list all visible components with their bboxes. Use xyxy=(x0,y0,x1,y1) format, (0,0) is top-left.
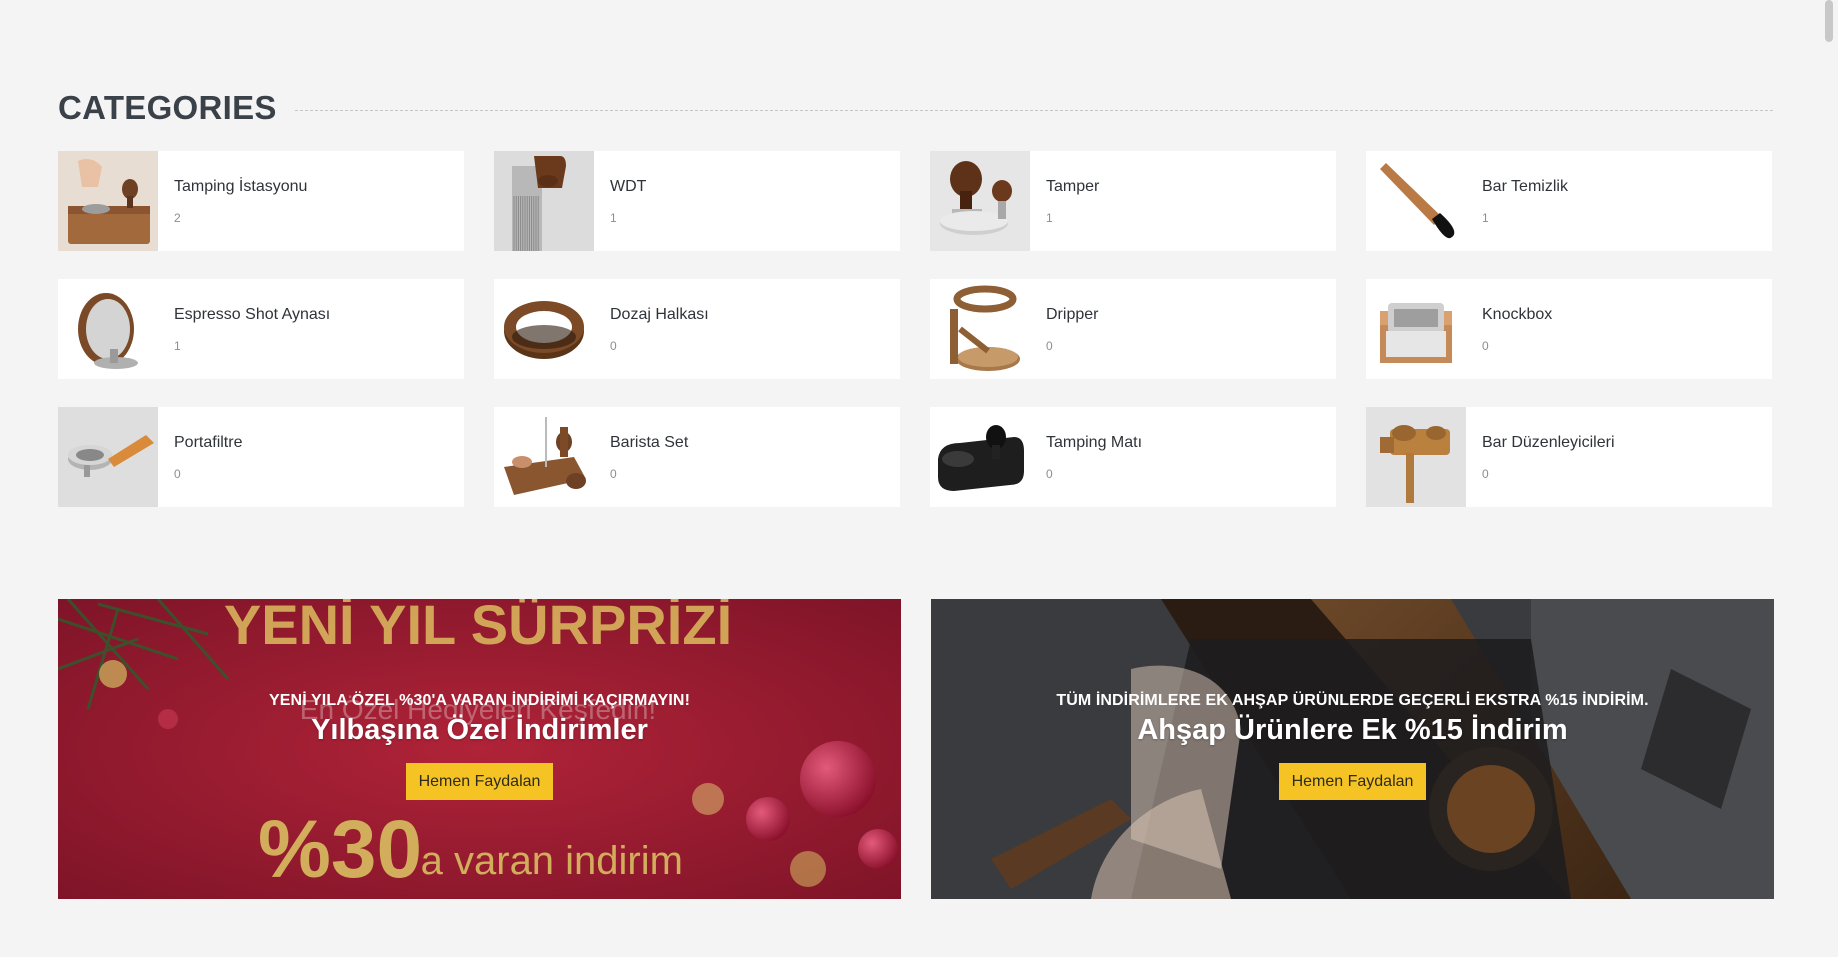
section-title: CATEGORIES xyxy=(58,89,277,126)
category-name[interactable]: Tamper xyxy=(1046,178,1099,196)
hemen-faydalan-button[interactable]: Hemen Faydalan xyxy=(1278,763,1427,800)
category-card[interactable]: Tamping İstasyonu 2 xyxy=(58,151,464,251)
category-info: Dozaj Halkası 0 xyxy=(594,279,709,379)
knockbox-image xyxy=(1366,279,1466,379)
category-product-count: 1 xyxy=(1482,210,1489,225)
category-info: Bar Temizlik 1 xyxy=(1466,151,1568,251)
tamper-image xyxy=(930,151,1030,251)
category-card[interactable]: Portafiltre 0 xyxy=(58,407,464,507)
category-info: Tamper 1 xyxy=(1030,151,1099,251)
category-product-count: 1 xyxy=(610,210,617,225)
category-thumbnail[interactable] xyxy=(1366,151,1466,251)
category-product-count: 0 xyxy=(1482,466,1489,481)
promo-banner-new-year[interactable]: YENİ YIL SÜRPRİZİ En Özel Hediyeleri Keş… xyxy=(58,599,901,899)
category-thumbnail[interactable] xyxy=(494,151,594,251)
category-thumbnail[interactable] xyxy=(58,279,158,379)
banner-content: YENİ YILA ÖZEL %30'A VARAN İNDİRİMİ KAÇI… xyxy=(58,599,901,899)
category-product-count: 0 xyxy=(174,466,181,481)
category-name[interactable]: WDT xyxy=(610,178,646,196)
category-name[interactable]: Barista Set xyxy=(610,434,688,452)
category-product-count: 0 xyxy=(1046,338,1053,353)
promo-banner-wooden[interactable]: TÜM İNDİRİMLERE EK AHŞAP ÜRÜNLERDE GEÇER… xyxy=(931,599,1774,899)
category-card[interactable]: Bar Temizlik 1 xyxy=(1366,151,1772,251)
scrollbar-thumb[interactable] xyxy=(1825,0,1833,42)
category-thumbnail[interactable] xyxy=(1366,279,1466,379)
category-name[interactable]: Tamping Matı xyxy=(1046,434,1142,452)
category-product-count: 0 xyxy=(610,338,617,353)
category-name[interactable]: Bar Düzenleyicileri xyxy=(1482,434,1615,452)
category-info: Portafiltre 0 xyxy=(158,407,242,507)
category-thumbnail[interactable] xyxy=(494,407,594,507)
category-name[interactable]: Espresso Shot Aynası xyxy=(174,306,330,324)
category-card[interactable]: Barista Set 0 xyxy=(494,407,900,507)
cleaning-brush-image xyxy=(1366,151,1466,251)
banner-title: Yılbaşına Özel İndirimler xyxy=(311,714,648,746)
category-name[interactable]: Portafiltre xyxy=(174,434,242,452)
category-thumbnail[interactable] xyxy=(58,151,158,251)
category-card[interactable]: Dripper 0 xyxy=(930,279,1336,379)
category-info: Tamping İstasyonu 2 xyxy=(158,151,307,251)
category-product-count: 2 xyxy=(174,210,181,225)
category-thumbnail[interactable] xyxy=(930,279,1030,379)
category-thumbnail[interactable] xyxy=(494,279,594,379)
category-card[interactable]: Dozaj Halkası 0 xyxy=(494,279,900,379)
bar-organizer-image xyxy=(1366,407,1466,507)
category-info: Tamping Matı 0 xyxy=(1030,407,1142,507)
banner-content: TÜM İNDİRİMLERE EK AHŞAP ÜRÜNLERDE GEÇER… xyxy=(931,599,1774,899)
dosing-ring-image xyxy=(494,279,594,379)
category-name[interactable]: Bar Temizlik xyxy=(1482,178,1568,196)
category-name[interactable]: Dozaj Halkası xyxy=(610,306,709,324)
category-card[interactable]: Tamper 1 xyxy=(930,151,1336,251)
dripper-stand-image xyxy=(930,279,1030,379)
section-header: CATEGORIES xyxy=(58,88,1773,128)
barista-set-image xyxy=(494,407,594,507)
banner-title: Ahşap Ürünlere Ek %15 İndirim xyxy=(1137,714,1568,746)
category-info: Barista Set 0 xyxy=(594,407,688,507)
category-thumbnail[interactable] xyxy=(930,151,1030,251)
category-grid: Tamping İstasyonu 2 WDT 1 Tamper 1 Bar Temizli… xyxy=(58,151,1773,507)
category-product-count: 1 xyxy=(174,338,181,353)
category-info: Knockbox 0 xyxy=(1466,279,1552,379)
portafilter-image xyxy=(58,407,158,507)
category-card[interactable]: WDT 1 xyxy=(494,151,900,251)
section-divider xyxy=(294,109,1773,111)
category-info: Espresso Shot Aynası 1 xyxy=(158,279,330,379)
banner-kicker: TÜM İNDİRİMLERE EK AHŞAP ÜRÜNLERDE GEÇER… xyxy=(1056,692,1649,709)
category-name[interactable]: Knockbox xyxy=(1482,306,1552,324)
category-product-count: 0 xyxy=(1482,338,1489,353)
tamping-mat-image xyxy=(930,407,1030,507)
category-card[interactable]: Espresso Shot Aynası 1 xyxy=(58,279,464,379)
category-product-count: 0 xyxy=(610,466,617,481)
tamping-station-image xyxy=(58,151,158,251)
category-name[interactable]: Tamping İstasyonu xyxy=(174,178,307,196)
category-product-count: 0 xyxy=(1046,466,1053,481)
hemen-faydalan-button[interactable]: Hemen Faydalan xyxy=(405,763,554,800)
category-info: Bar Düzenleyicileri 0 xyxy=(1466,407,1615,507)
category-card[interactable]: Bar Düzenleyicileri 0 xyxy=(1366,407,1772,507)
category-thumbnail[interactable] xyxy=(930,407,1030,507)
category-thumbnail[interactable] xyxy=(58,407,158,507)
category-name[interactable]: Dripper xyxy=(1046,306,1098,324)
shot-mirror-image xyxy=(58,279,158,379)
category-thumbnail[interactable] xyxy=(1366,407,1466,507)
category-info: WDT 1 xyxy=(594,151,646,251)
wdt-tool-image xyxy=(494,151,594,251)
page-scrollbar[interactable] xyxy=(1820,0,1838,957)
category-info: Dripper 0 xyxy=(1030,279,1098,379)
category-card[interactable]: Tamping Matı 0 xyxy=(930,407,1336,507)
banner-kicker: YENİ YILA ÖZEL %30'A VARAN İNDİRİMİ KAÇI… xyxy=(269,692,690,709)
category-card[interactable]: Knockbox 0 xyxy=(1366,279,1772,379)
category-product-count: 1 xyxy=(1046,210,1053,225)
